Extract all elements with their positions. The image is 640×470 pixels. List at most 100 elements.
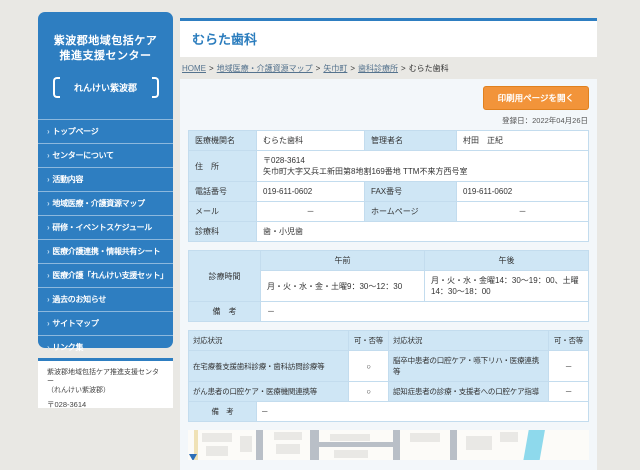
status-item-dementia-care: 認知症患者の診療・支援者への口腔ケア指導	[389, 382, 549, 402]
phone-label: 電話番号	[189, 182, 257, 202]
address-street: 矢巾町大字又兵エ新田第8地割169番地 TTM不来方西号室	[263, 166, 582, 177]
breadcrumb-separator: >	[316, 64, 321, 73]
map-river	[520, 430, 548, 460]
address-value: 〒028-3614 矢巾町大字又兵エ新田第8地割169番地 TTM不来方西号室	[257, 151, 589, 182]
sidebar-item-sitemap[interactable]: ›サイトマップ	[38, 311, 173, 335]
department-value: 歯・小児歯	[257, 222, 589, 242]
status-item-cancer-care: がん患者の口腔ケア・医療機関連携等	[189, 382, 349, 402]
table-row: メール － ホームページ －	[189, 202, 589, 222]
am-header: 午前	[261, 251, 425, 271]
address-label: 住 所	[189, 151, 257, 182]
sidebar-item-event-schedule[interactable]: ›研修・イベントスケジュール	[38, 215, 173, 239]
map-building	[274, 432, 302, 440]
map-marker-icon	[189, 454, 197, 460]
status-note-value: －	[257, 402, 589, 422]
map-building	[240, 436, 252, 452]
clinic-hours-table: 診療時間 午前 午後 月・火・水・金・土曜9：30～12：30 月・火・水・金曜…	[188, 250, 589, 322]
sidebar-item-label: 医療介護連携・情報共有シート	[52, 247, 160, 256]
sidebar: 紫波郡地域包括ケア 推進支援センター れんけい紫波郡 ›トップページ ›センター…	[38, 12, 173, 348]
fax-label: FAX番号	[365, 182, 457, 202]
sidebar-footer: 紫波郡地域包括ケア推進支援センター （れんけい紫波郡） 〒028-3614	[38, 358, 173, 408]
department-label: 診療科	[189, 222, 257, 242]
table-row: 備 考 －	[189, 302, 589, 322]
content-panel: 印刷用ページを開く 登録日：2022年04月26日 医療機関名 むらた歯科 管理…	[180, 79, 597, 470]
chevron-right-icon: ›	[47, 343, 49, 352]
site-title-line2: 推進支援センター	[38, 49, 173, 64]
homepage-value: －	[457, 202, 589, 222]
footer-org-alias: （れんけい紫波郡）	[47, 386, 164, 395]
chevron-right-icon: ›	[47, 295, 49, 304]
status-ok-header-right: 可・否等	[549, 331, 589, 351]
sidebar-item-label: 研修・イベントスケジュール	[52, 223, 152, 232]
chevron-right-icon: ›	[47, 223, 49, 232]
sidebar-item-top-page[interactable]: ›トップページ	[38, 119, 173, 143]
sidebar-item-label: 地域医療・介護資源マップ	[52, 199, 144, 208]
homepage-label: ホームページ	[365, 202, 457, 222]
sidebar-item-activities[interactable]: ›活動内容	[38, 167, 173, 191]
pm-hours-value: 月・火・水・金曜14：30～19：00、土曜14：30～18：00	[425, 271, 589, 302]
breadcrumb-link-yahaba[interactable]: 矢巾町	[323, 64, 347, 73]
status-value: ○	[349, 351, 389, 382]
breadcrumb-separator: >	[401, 64, 406, 73]
table-row: 電話番号 019-611-0602 FAX番号 019-611-0602	[189, 182, 589, 202]
registered-date: 登録日：2022年04月26日	[189, 115, 588, 126]
status-value: －	[549, 351, 589, 382]
breadcrumb-current: むらた歯科	[409, 64, 449, 73]
status-header-left: 対応状況	[189, 331, 349, 351]
chevron-right-icon: ›	[47, 271, 49, 280]
fax-value: 019-611-0602	[457, 182, 589, 202]
map-building	[500, 432, 518, 442]
status-header-right: 対応状況	[389, 331, 549, 351]
chevron-right-icon: ›	[47, 151, 49, 160]
site-title-line1: 紫波郡地域包括ケア	[38, 34, 173, 49]
map-building	[206, 446, 228, 456]
sidebar-item-label: センターについて	[52, 151, 113, 160]
chevron-right-icon: ›	[47, 247, 49, 256]
breadcrumb-link-home[interactable]: HOME	[182, 64, 206, 73]
support-status-table: 対応状況 可・否等 対応状況 可・否等 在宅療養支援歯科診療・歯科訪問診療等 ○…	[188, 330, 589, 422]
sidebar-item-resource-map[interactable]: ›地域医療・介護資源マップ	[38, 191, 173, 215]
location-map[interactable]	[188, 430, 589, 460]
status-ok-header-left: 可・否等	[349, 331, 389, 351]
mail-value: －	[257, 202, 365, 222]
site-subtitle-label: れんけい紫波郡	[74, 81, 137, 94]
breadcrumb-separator: >	[350, 64, 355, 73]
map-building	[202, 433, 232, 442]
address-zipcode: 〒028-3614	[263, 155, 582, 166]
chevron-right-icon: ›	[47, 199, 49, 208]
hours-note-value: －	[261, 302, 589, 322]
status-note-label: 備 考	[189, 402, 257, 422]
chevron-right-icon: ›	[47, 175, 49, 184]
sidebar-item-support-set[interactable]: ›医療介護「れんけい支援セット」	[38, 263, 173, 287]
page-title: むらた歯科	[192, 29, 585, 48]
table-row: がん患者の口腔ケア・医療機関連携等 ○ 認知症患者の診療・支援者への口腔ケア指導…	[189, 382, 589, 402]
breadcrumb: HOME>地域医療・介護資源マップ>矢巾町>歯科診療所>むらた歯科	[180, 57, 597, 79]
status-value: ○	[349, 382, 389, 402]
sidebar-item-info-sheet[interactable]: ›医療介護連携・情報共有シート	[38, 239, 173, 263]
pm-header: 午後	[425, 251, 589, 271]
sidebar-item-links[interactable]: ›リンク集	[38, 335, 173, 359]
page-header: むらた歯科	[180, 18, 597, 57]
map-building	[410, 433, 440, 442]
sidebar-item-label: 過去のお知らせ	[52, 295, 106, 304]
table-row: 対応状況 可・否等 対応状況 可・否等	[189, 331, 589, 351]
table-row: 診療時間 午前 午後	[189, 251, 589, 271]
breadcrumb-separator: >	[209, 64, 214, 73]
sidebar-nav: ›トップページ ›センターについて ›活動内容 ›地域医療・介護資源マップ ›研…	[38, 119, 173, 359]
sidebar-item-label: 医療介護「れんけい支援セット」	[52, 271, 168, 280]
status-value: －	[549, 382, 589, 402]
institution-name-value: むらた歯科	[257, 131, 365, 151]
breadcrumb-link-resource-map[interactable]: 地域医療・介護資源マップ	[217, 64, 313, 73]
clinic-info-table: 医療機関名 むらた歯科 管理者名 村田 正紀 住 所 〒028-3614 矢巾町…	[188, 130, 589, 242]
chevron-right-icon: ›	[47, 127, 49, 136]
hours-note-label: 備 考	[189, 302, 261, 322]
print-page-button[interactable]: 印刷用ページを開く	[483, 86, 589, 110]
sidebar-item-about-center[interactable]: ›センターについて	[38, 143, 173, 167]
toolbar: 印刷用ページを開く	[188, 86, 589, 110]
footer-zipcode: 〒028-3614	[47, 400, 164, 409]
sidebar-item-past-news[interactable]: ›過去のお知らせ	[38, 287, 173, 311]
breadcrumb-link-dental-clinics[interactable]: 歯科診療所	[358, 64, 398, 73]
map-building	[334, 450, 368, 458]
site-subtitle: れんけい紫波郡	[53, 77, 159, 98]
table-row: 診療科 歯・小児歯	[189, 222, 589, 242]
